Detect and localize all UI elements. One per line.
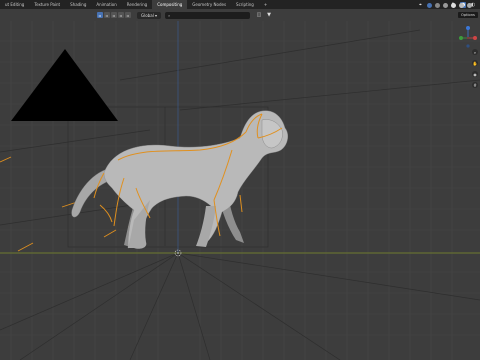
camera-icon[interactable]: ◉: [472, 71, 478, 77]
viewport-shading-switcher: ⌖: [419, 3, 472, 8]
body: [103, 110, 288, 249]
tab-compositing[interactable]: Compositing: [152, 0, 188, 9]
select-extend-icon[interactable]: ▫: [104, 12, 110, 18]
select-subtract-icon[interactable]: ▫: [111, 12, 117, 18]
material-shading-icon[interactable]: [459, 3, 464, 8]
tab-geometry-nodes[interactable]: Geometry Nodes: [187, 0, 231, 9]
tab-animation[interactable]: Animation: [91, 0, 121, 9]
tab-rendering[interactable]: Rendering: [122, 0, 152, 9]
gizmo-toggle-icon[interactable]: ⌖: [419, 3, 424, 8]
snap-icon[interactable]: ◫: [256, 12, 262, 18]
tab-uv-editing[interactable]: ut Editing: [0, 0, 29, 9]
workspace-tab-bar: ut Editing Texture Paint Shading Animati…: [0, 0, 480, 9]
3d-viewport[interactable]: [0, 21, 480, 360]
add-workspace-button[interactable]: +: [259, 0, 272, 9]
rendered-shading-icon[interactable]: [467, 3, 472, 8]
search-input[interactable]: ⌕: [165, 11, 251, 19]
select-invert-icon[interactable]: ▫: [118, 12, 124, 18]
transform-orientation-dropdown[interactable]: Global ▾: [137, 11, 162, 19]
viewport-header: ▫ ▫ ▫ ▫ ▫ Global ▾ ⌕ ◫ ▼: [0, 9, 480, 21]
hand-icon[interactable]: ✋: [472, 60, 478, 66]
dog-mesh[interactable]: [71, 110, 288, 249]
tab-shading[interactable]: Shading: [65, 0, 91, 9]
zoom-icon[interactable]: ⌕: [472, 49, 478, 55]
viewport-nav-buttons: ⌕ ✋ ◉ #: [472, 49, 478, 88]
xray-icon[interactable]: [435, 3, 440, 8]
grid-icon[interactable]: #: [472, 82, 478, 88]
camera-triangle-icon[interactable]: [11, 49, 118, 121]
dropdown-label: Global: [141, 12, 154, 18]
select-intersect-icon[interactable]: ▫: [125, 12, 131, 18]
select-box-icon[interactable]: ▫: [97, 12, 103, 18]
navigation-gizmo-icon[interactable]: [458, 24, 478, 50]
filter-icon[interactable]: ▼: [266, 12, 272, 18]
tab-scripting[interactable]: Scripting: [231, 0, 259, 9]
solid-shading-icon[interactable]: [451, 3, 456, 8]
tab-texture-paint[interactable]: Texture Paint: [29, 0, 65, 9]
options-tooltip: Options: [458, 12, 478, 18]
wireframe-shading-icon[interactable]: [443, 3, 448, 8]
overlay-toggle-icon[interactable]: [427, 3, 432, 8]
